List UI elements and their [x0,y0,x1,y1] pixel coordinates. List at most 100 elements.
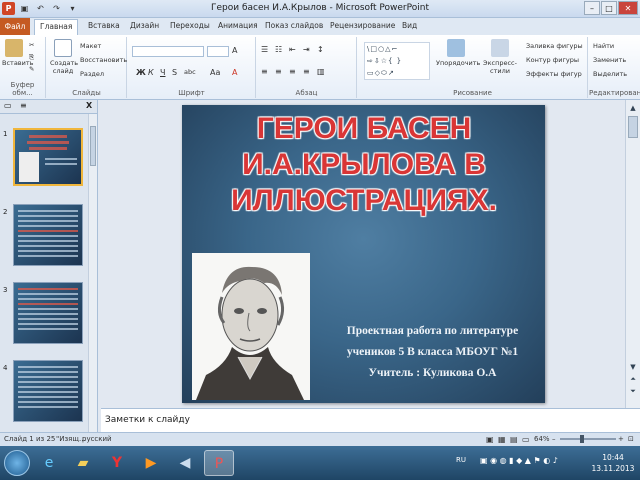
slide-title[interactable]: ГЕРОИ БАСЕН И.А.КРЫЛОВА В ИЛЛЮСТРАЦИЯХ. [188,111,540,219]
next-slide-icon[interactable]: ⏷ [628,386,638,396]
arrange-button[interactable]: Упорядочить [436,39,480,67]
tab-insert[interactable]: Вставка [88,21,120,30]
shadow-button[interactable]: S [172,68,177,77]
zoom-slider-knob[interactable] [580,435,584,443]
reading-view-icon[interactable]: ▤ [510,435,518,444]
slides-tab[interactable]: ▭ [4,101,12,110]
tray-icons[interactable]: ▣ ◉ ◍ ▮ ◆ ▲ ⚑ ◐ ♪ [480,456,558,465]
layout-button[interactable]: Макет [80,42,101,50]
font-color-button[interactable]: A [232,68,237,77]
cut-icon[interactable]: ✂ [29,41,34,49]
previous-slide-icon[interactable]: ⏶ [628,374,638,384]
sorter-view-icon[interactable]: ▦ [498,435,506,444]
yandex-browser-icon[interactable]: Y [102,450,132,476]
outdent-icon[interactable]: ⇥ [303,45,310,54]
zoom-in-icon[interactable]: + [618,435,624,443]
tab-transitions[interactable]: Переходы [170,21,210,30]
panel-close-button[interactable]: X [86,101,92,110]
powerpoint-taskbar-icon[interactable]: P [204,450,234,476]
outline-tab[interactable]: ≡ [20,101,27,110]
underline-button[interactable]: Ч [160,68,165,77]
format-painter-icon[interactable]: ✎ [29,65,34,73]
shapes-gallery[interactable]: \□○△⌐ ⇨⇩☆{ } ▭◇⬭↗ [364,42,430,80]
close-button[interactable]: ✕ [618,1,638,15]
window-title: Герои басен И.А.Крылов - Microsoft Power… [211,3,429,13]
zoom-slider[interactable] [560,438,616,440]
internet-explorer-icon[interactable]: e [34,450,64,476]
find-button[interactable]: Найти [593,42,614,50]
change-case-button[interactable]: Aa [210,68,220,77]
tab-animation[interactable]: Анимация [218,21,258,30]
canvas-scrollbar[interactable]: ▲ ▼ ⏶ ⏷ [625,100,640,408]
normal-view-icon[interactable]: ▣ [486,435,494,444]
tab-slideshow[interactable]: Показ слайдов [265,21,323,30]
align-center-icon[interactable]: ≡ [275,67,282,76]
align-right-icon[interactable]: ≡ [289,67,296,76]
tab-file[interactable]: Файл [0,18,30,35]
scroll-thumb[interactable] [628,116,638,138]
clock-date: 13.11.2013 [591,464,635,473]
slide-thumbnail[interactable] [13,128,83,186]
media-player-icon[interactable]: ▶ [136,450,166,476]
slide-counter: Слайд 1 из 25 [4,435,56,443]
fit-window-icon[interactable]: ⊡ [628,435,634,443]
tab-home[interactable]: Главная [34,19,79,35]
font-name-field[interactable] [132,46,204,57]
slide-canvas: ГЕРОИ БАСЕН И.А.КРЫЛОВА В ИЛЛЮСТРАЦИЯХ. … [101,100,625,408]
slide-thumbnail[interactable] [13,204,83,266]
zoom-level[interactable]: 64% [534,435,550,443]
italic-button[interactable]: К [148,68,154,77]
slides-panel: ▭ ≡ X 1 2 3 4 [0,100,98,432]
align-left-icon[interactable]: ≡ [261,67,268,76]
grow-font-button[interactable]: A [232,46,237,55]
notes-pane[interactable]: Заметки к слайду [101,408,640,432]
group-label: Абзац [295,89,318,97]
group-label: Рисование [453,89,492,97]
quick-styles-button[interactable]: Экспресс-стили [478,39,522,75]
system-clock[interactable]: 10:44 13.11.2013 [590,452,636,474]
ribbon: Вставить ✂ ⎘ ✎ Буфер обм... Создать слай… [0,35,640,100]
current-slide[interactable]: ГЕРОИ БАСЕН И.А.КРЫЛОВА В ИЛЛЮСТРАЦИЯХ. … [182,105,545,403]
justify-icon[interactable]: ≡ [303,67,310,76]
tab-review[interactable]: Рецензирование [330,21,395,30]
select-button[interactable]: Выделить [593,70,627,78]
slide-thumbnail[interactable] [13,360,83,422]
font-size-field[interactable] [207,46,229,57]
bold-button[interactable]: Ж [136,68,146,77]
reset-button[interactable]: Восстановить [80,56,127,64]
zoom-out-icon[interactable]: – [552,435,556,443]
panel-scroll-thumb[interactable] [90,126,96,166]
start-button[interactable] [4,450,30,476]
subtitle-line: Учитель : Куликова О.А [368,367,497,379]
slide-thumbnail[interactable] [13,282,83,344]
paste-button[interactable]: Вставить [2,39,33,67]
panel-scrollbar[interactable] [88,114,97,432]
slide-subtitle[interactable]: Проектная работа по литературе учеников … [330,321,535,384]
line-spacing-icon[interactable]: ↕ [317,45,324,54]
slideshow-view-icon[interactable]: ▭ [522,435,530,444]
section-button[interactable]: Раздел [80,70,104,78]
bullets-icon[interactable]: ☰ [261,45,268,54]
strikethrough-button[interactable]: abc [184,68,196,76]
indent-icon[interactable]: ⇤ [289,45,296,54]
font-group: A Ж К Ч S abc Aa A Шрифт [128,37,256,98]
krylov-portrait-image[interactable] [192,253,310,400]
replace-button[interactable]: Заменить [593,56,626,64]
numbering-icon[interactable]: ☷ [275,45,282,54]
new-slide-button[interactable]: Создать слайд [50,39,78,75]
copy-icon[interactable]: ⎘ [29,53,34,62]
shape-fill-button[interactable]: Заливка фигуры [526,42,583,50]
maximize-button[interactable]: □ [601,1,617,15]
scroll-up-icon[interactable]: ▲ [628,103,638,113]
minimize-button[interactable]: – [584,1,600,15]
file-explorer-icon[interactable]: ▰ [68,450,98,476]
scroll-down-icon[interactable]: ▼ [628,362,638,372]
tab-design[interactable]: Дизайн [130,21,159,30]
shape-outline-button[interactable]: Контур фигуры [526,56,579,64]
tab-view[interactable]: Вид [402,21,417,30]
columns-icon[interactable]: ▥ [317,67,325,76]
speaker-app-icon[interactable]: ◀ [170,450,200,476]
keyboard-language[interactable]: RU [456,456,466,464]
language-indicator[interactable]: русский [82,435,112,443]
shape-effects-button[interactable]: Эффекты фигур [526,70,582,78]
